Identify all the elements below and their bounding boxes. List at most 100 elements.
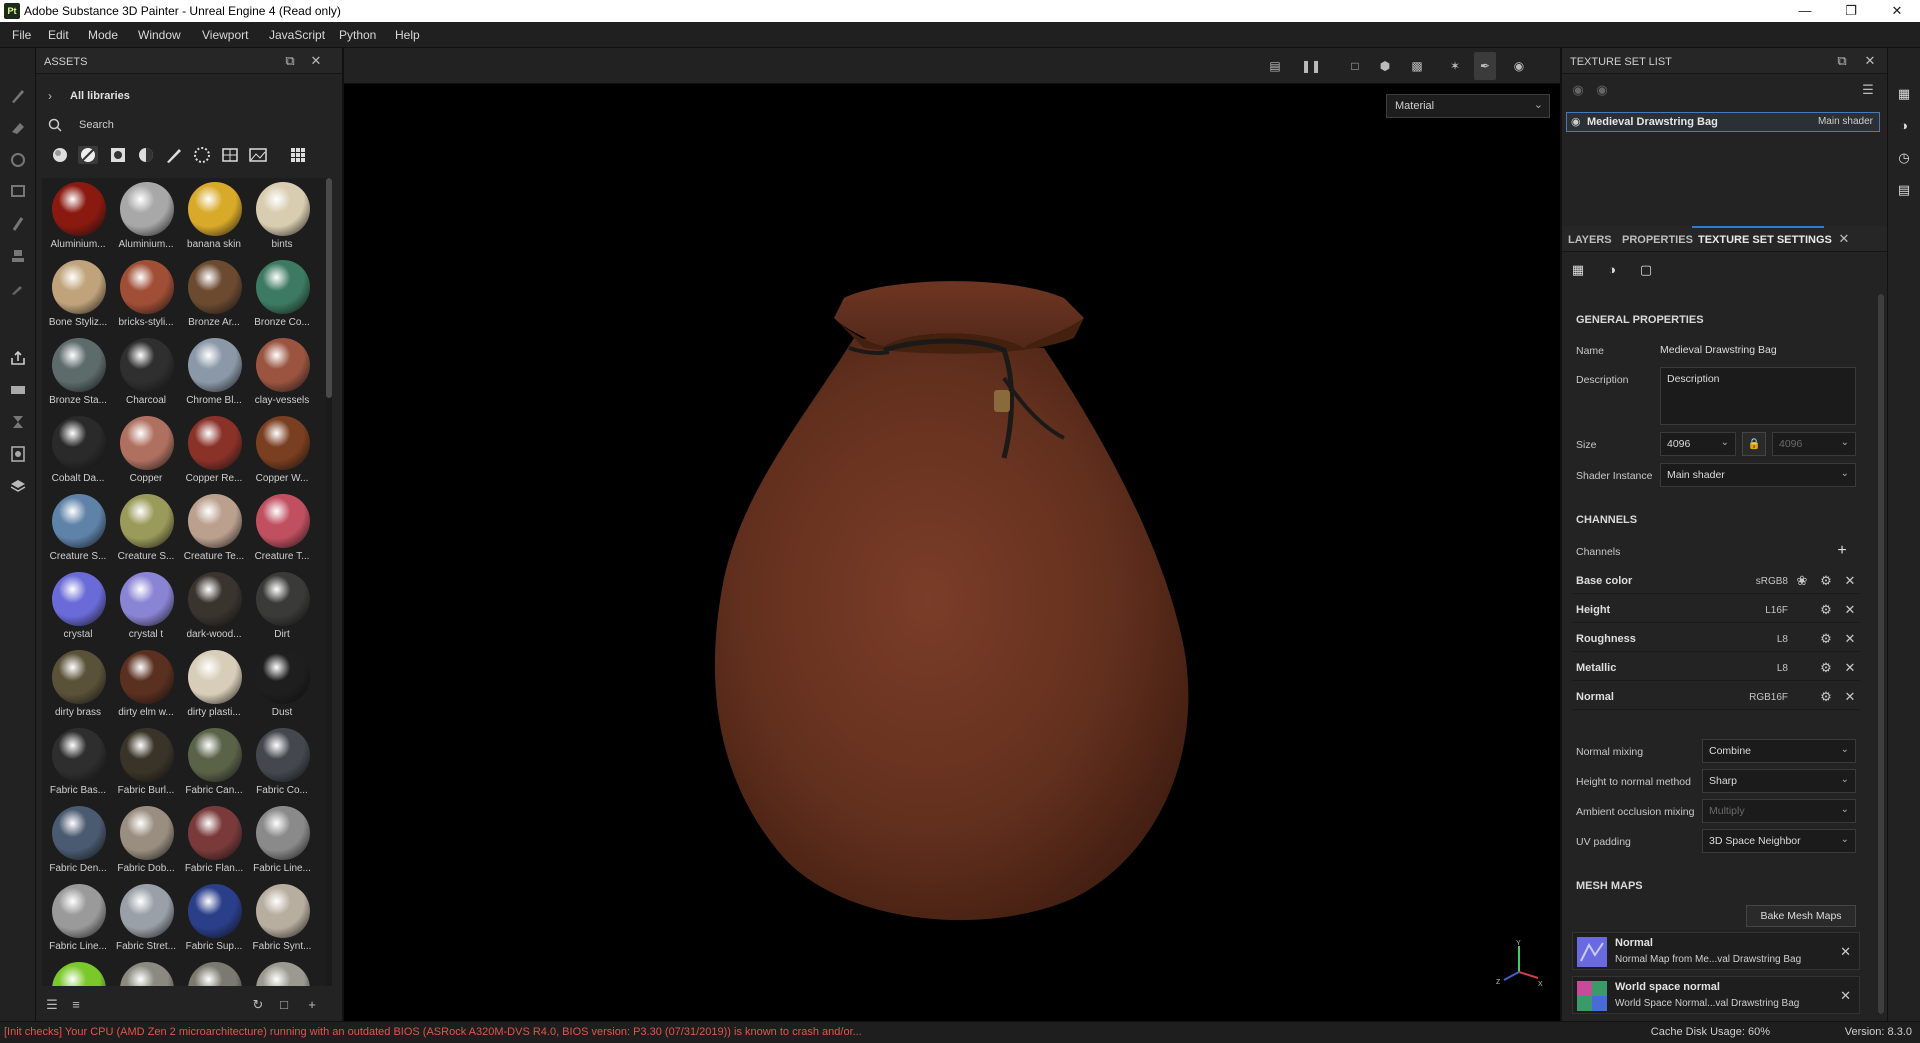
mesh-map-row[interactable]: Normal Normal Map from Me...val Drawstri…: [1572, 932, 1860, 970]
scrollbar-thumb[interactable]: [326, 178, 332, 398]
menu-edit[interactable]: Edit: [48, 28, 69, 42]
scrollbar-thumb[interactable]: [1878, 294, 1884, 1014]
menu-mode[interactable]: Mode: [88, 28, 118, 42]
asset-thumbnail[interactable]: bints: [248, 178, 316, 256]
asset-thumbnail[interactable]: Aluminium...: [112, 178, 180, 256]
asset-thumbnail[interactable]: Copper W...: [248, 412, 316, 490]
status-warning-message[interactable]: [Init checks] Your CPU (AMD Zen 2 microa…: [4, 1026, 862, 1038]
asset-thumbnail[interactable]: Bone Styliz...: [44, 256, 112, 334]
hide-icon[interactable]: ◉: [1570, 82, 1586, 98]
visibility-eye-icon[interactable]: ◉: [1571, 115, 1581, 128]
asset-thumbnail[interactable]: Fabric Bas...: [44, 724, 112, 802]
table-icon[interactable]: ▦: [1570, 262, 1586, 278]
search-input[interactable]: Search: [79, 119, 114, 131]
shader-settings-icon[interactable]: ◑: [1896, 118, 1912, 134]
asset-thumbnail[interactable]: Fabric Line...: [248, 802, 316, 880]
asset-thumbnail[interactable]: Fabric Synt...: [248, 880, 316, 958]
asset-thumbnail[interactable]: Fabric Stret...: [112, 880, 180, 958]
asset-thumbnail[interactable]: Copper: [112, 412, 180, 490]
environments-filter-icon[interactable]: [248, 146, 268, 164]
asset-thumbnail[interactable]: Fabric Den...: [44, 802, 112, 880]
asset-thumbnail[interactable]: Chrome Bl...: [180, 334, 248, 412]
shader-ball-icon[interactable]: ◑: [1604, 262, 1620, 278]
eye-icon[interactable]: ◉: [1594, 82, 1610, 98]
asset-thumbnail[interactable]: Fabric Burl...: [112, 724, 180, 802]
settings-scrollbar[interactable]: [1878, 294, 1884, 1014]
restore-icon[interactable]: ❐: [1828, 0, 1874, 22]
asset-thumbnail[interactable]: Creature Te...: [180, 490, 248, 568]
folder-icon[interactable]: □: [276, 997, 292, 1013]
smart-materials-filter-icon[interactable]: [78, 146, 98, 164]
viewport[interactable]: ▤ ❚❚ □ ⬢ ▩ ✶ ✒ ◉ Material ⌄ Y Z X: [344, 48, 1560, 1021]
uv-padding-select[interactable]: 3D Space Neighbor ⌄: [1702, 829, 1856, 853]
library-selector[interactable]: › All libraries: [36, 86, 342, 108]
gear-icon[interactable]: ⚙: [1818, 573, 1834, 589]
tab-properties[interactable]: PROPERTIES: [1622, 234, 1693, 246]
texture-set-row[interactable]: ◉ Medieval Drawstring Bag Main shader: [1566, 112, 1880, 132]
asset-thumbnail[interactable]: Bronze Sta...: [44, 334, 112, 412]
asset-thumbnail[interactable]: crystal t: [112, 568, 180, 646]
asset-thumbnail[interactable]: Fabric Co...: [248, 724, 316, 802]
tab-layers[interactable]: LAYERS: [1568, 234, 1612, 246]
add-icon[interactable]: +: [304, 997, 320, 1013]
tab-texture-set-settings[interactable]: TEXTURE SET SETTINGS: [1698, 234, 1832, 246]
channel-format[interactable]: RGB16F: [1749, 692, 1788, 703]
screenshot-icon[interactable]: ◉: [1508, 56, 1530, 76]
projection-tool-icon[interactable]: [8, 150, 28, 170]
remove-channel-icon[interactable]: ✕: [1842, 631, 1858, 647]
clone-tool-icon[interactable]: [8, 246, 28, 266]
remove-mesh-map-icon[interactable]: ✕: [1840, 944, 1851, 960]
lock-icon[interactable]: 🔒: [1742, 432, 1766, 456]
grid-view-icon[interactable]: [288, 146, 308, 164]
texture-set-list-icon[interactable]: ▦: [1896, 86, 1912, 102]
remove-channel-icon[interactable]: ✕: [1842, 689, 1858, 705]
undock-icon[interactable]: ⧉: [282, 53, 298, 69]
brushes-filter-icon[interactable]: [164, 146, 184, 164]
uv-crop-icon[interactable]: ▢: [1638, 262, 1654, 278]
camera-icon[interactable]: ▩: [1406, 56, 1428, 76]
channel-format[interactable]: sRGB8: [1756, 576, 1788, 587]
asset-thumbnail[interactable]: clay-vessels: [248, 334, 316, 412]
hide-overlay-icon[interactable]: ▤: [1264, 56, 1286, 76]
close-tab-icon[interactable]: ✕: [1836, 231, 1852, 247]
asset-grid-scrollbar[interactable]: [326, 178, 332, 986]
minimize-icon[interactable]: —: [1782, 0, 1828, 22]
asset-thumbnail[interactable]: dirty elm w...: [112, 646, 180, 724]
close-panel-icon[interactable]: ✕: [308, 53, 324, 69]
export-icon[interactable]: [8, 348, 28, 368]
asset-thumbnail[interactable]: Fabric Sup...: [180, 880, 248, 958]
filter-options-icon[interactable]: ☰: [44, 997, 60, 1013]
asset-thumbnail[interactable]: crystal: [44, 568, 112, 646]
channel-row[interactable]: Normal RGB16F ⚙ ✕: [1572, 684, 1860, 710]
remove-mesh-map-icon[interactable]: ✕: [1840, 988, 1851, 1004]
asset-thumbnail[interactable]: Bronze Co...: [248, 256, 316, 334]
asset-thumbnail[interactable]: bricks-styli...: [112, 256, 180, 334]
asset-thumbnail[interactable]: dirty plasti...: [180, 646, 248, 724]
asset-thumbnail[interactable]: Aluminium...: [44, 178, 112, 256]
channel-row[interactable]: Height L16F ⚙ ✕: [1572, 597, 1860, 623]
shader-instance-select[interactable]: Main shader ⌄: [1660, 463, 1856, 487]
list-options-icon[interactable]: ≡: [68, 997, 84, 1013]
viewport-mode-select[interactable]: Material ⌄: [1386, 94, 1550, 118]
menu-help[interactable]: Help: [395, 28, 420, 42]
eraser-tool-icon[interactable]: [8, 118, 28, 138]
asset-thumbnail[interactable]: dirty brass: [44, 646, 112, 724]
asset-thumbnail[interactable]: [248, 958, 316, 986]
filters-filter-icon[interactable]: [136, 146, 156, 164]
menu-window[interactable]: Window: [138, 28, 181, 42]
menu-file[interactable]: File: [12, 28, 31, 42]
particles-filter-icon[interactable]: [192, 146, 212, 164]
remove-channel-icon[interactable]: ✕: [1842, 573, 1858, 589]
pause-icon[interactable]: ❚❚: [1300, 56, 1322, 76]
shelf-icon[interactable]: [8, 476, 28, 496]
name-value[interactable]: Medieval Drawstring Bag: [1660, 344, 1777, 356]
size-select[interactable]: 4096 ⌄: [1660, 432, 1736, 456]
asset-thumbnail[interactable]: Fabric Can...: [180, 724, 248, 802]
normal-mixing-select[interactable]: Combine ⌄: [1702, 739, 1856, 763]
smart-masks-filter-icon[interactable]: [108, 146, 128, 164]
height-to-normal-select[interactable]: Sharp ⌄: [1702, 769, 1856, 793]
bake-mesh-maps-button[interactable]: Bake Mesh Maps: [1746, 905, 1856, 927]
2d-view-icon[interactable]: □: [1344, 56, 1366, 76]
channel-row[interactable]: Roughness L8 ⚙ ✕: [1572, 626, 1860, 652]
asset-thumbnail[interactable]: Cobalt Da...: [44, 412, 112, 490]
